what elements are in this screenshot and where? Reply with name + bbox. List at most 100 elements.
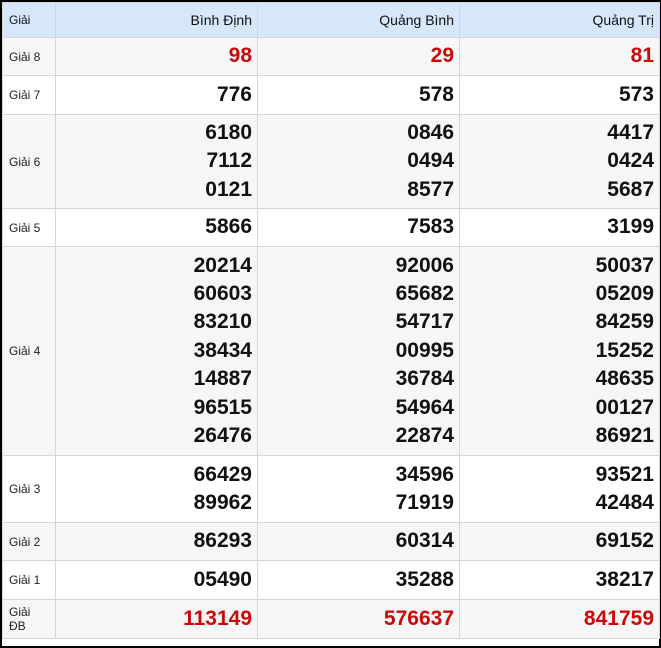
prize-number: 5866 xyxy=(205,215,252,239)
prize-number: 34596 xyxy=(395,462,454,486)
prize-number: 05490 xyxy=(193,567,252,591)
prize-label: Giải 4 xyxy=(2,246,56,456)
prize-number: 15252 xyxy=(595,338,654,362)
prize-number: 573 xyxy=(618,82,654,106)
prize-cell-quang-tri: 3199 xyxy=(459,208,660,247)
prize-cell-quang-tri: 573 xyxy=(459,75,660,115)
prize-row-giai-db: Giải ĐB 113149 576637 841759 xyxy=(2,599,660,639)
prize-label: Giải 7 xyxy=(2,75,56,115)
jackpot-number: 576637 xyxy=(383,606,454,630)
prize-number: 22874 xyxy=(395,424,454,448)
prize-cell-binh-dinh: 05490 xyxy=(55,560,258,600)
prize-row-giai-2: Giải 2 86293 60314 69152 xyxy=(2,522,660,561)
header-prize-label: Giải xyxy=(2,2,56,38)
prize-number: 6180 xyxy=(205,120,252,144)
prize-cell-binh-dinh: 113149 xyxy=(55,599,258,639)
prize-cell-quang-tri: 4417 0424 5687 xyxy=(459,114,660,209)
prize-number: 48635 xyxy=(595,367,654,391)
prize-number: 60314 xyxy=(395,529,454,553)
prize-number: 00127 xyxy=(595,395,654,419)
prize-number: 776 xyxy=(216,82,252,106)
prize-row-giai-6: Giải 6 6180 7112 0121 0846 0494 8577 441… xyxy=(2,114,660,209)
prize-row-giai-3: Giải 3 66429 89962 34596 71919 93521 424… xyxy=(2,455,660,523)
prize-cell-quang-binh: 92006 65682 54717 00995 36784 54964 2287… xyxy=(257,246,460,456)
prize-number: 65682 xyxy=(395,281,454,305)
prize-cell-quang-binh: 34596 71919 xyxy=(257,455,460,523)
prize-number: 20214 xyxy=(193,253,252,277)
prize-number: 96515 xyxy=(193,395,252,419)
prize-number: 0424 xyxy=(607,149,654,173)
prize-cell-quang-tri: 50037 05209 84259 15252 48635 00127 8692… xyxy=(459,246,660,456)
prize-row-giai-8: Giải 8 98 29 81 xyxy=(2,37,660,76)
prize-number: 3199 xyxy=(607,215,654,239)
prize-cell-quang-tri: 841759 xyxy=(459,599,660,639)
prize-number: 54964 xyxy=(395,395,454,419)
header-province-quang-binh: Quảng Bình xyxy=(257,2,460,38)
prize-cell-binh-dinh: 66429 89962 xyxy=(55,455,258,523)
prize-label: Giải 8 xyxy=(2,37,56,76)
prize-cell-binh-dinh: 6180 7112 0121 xyxy=(55,114,258,209)
prize-cell-quang-tri: 93521 42484 xyxy=(459,455,660,523)
prize-number: 83210 xyxy=(193,310,252,334)
lottery-results-table: Giải Bình Định Quảng Bình Quảng Trị Giải… xyxy=(2,2,660,639)
prize-row-giai-5: Giải 5 5866 7583 3199 xyxy=(2,208,660,247)
prize-cell-quang-binh: 576637 xyxy=(257,599,460,639)
prize-cell-binh-dinh: 776 xyxy=(55,75,258,115)
prize-number: 50037 xyxy=(595,253,654,277)
prize-number: 5687 xyxy=(607,177,654,201)
prize-number: 86293 xyxy=(193,529,252,553)
header-province-quang-tri: Quảng Trị xyxy=(459,2,660,38)
prize-number: 38217 xyxy=(595,567,654,591)
header-province-binh-dinh: Bình Định xyxy=(55,2,258,38)
prize-cell-quang-binh: 0846 0494 8577 xyxy=(257,114,460,209)
prize-number: 93521 xyxy=(595,462,654,486)
prize-cell-quang-tri: 38217 xyxy=(459,560,660,600)
prize-label: Giải 2 xyxy=(2,522,56,561)
prize-number: 66429 xyxy=(193,462,252,486)
prize-number: 14887 xyxy=(193,367,252,391)
prize-cell-quang-binh: 29 xyxy=(257,37,460,76)
prize-number: 0121 xyxy=(205,177,252,201)
prize-cell-quang-tri: 81 xyxy=(459,37,660,76)
prize-number: 578 xyxy=(418,82,454,106)
prize-row-giai-7: Giải 7 776 578 573 xyxy=(2,75,660,115)
prize-number: 92006 xyxy=(395,253,454,277)
prize-number: 86921 xyxy=(595,424,654,448)
prize-number: 69152 xyxy=(595,529,654,553)
prize-cell-quang-binh: 35288 xyxy=(257,560,460,600)
prize-number: 05209 xyxy=(595,281,654,305)
prize-row-giai-4: Giải 4 20214 60603 83210 38434 14887 965… xyxy=(2,246,660,456)
prize-number: 38434 xyxy=(193,338,252,362)
prize-number: 42484 xyxy=(595,491,654,514)
prize-cell-quang-binh: 7583 xyxy=(257,208,460,247)
prize-number: 35288 xyxy=(395,567,454,591)
prize-label: Giải 5 xyxy=(2,208,56,247)
jackpot-number: 841759 xyxy=(583,606,654,630)
prize-cell-binh-dinh: 86293 xyxy=(55,522,258,561)
prize-label: Giải ĐB xyxy=(2,599,56,639)
prize-cell-binh-dinh: 5866 xyxy=(55,208,258,247)
prize-number: 54717 xyxy=(395,310,454,334)
prize-number: 7583 xyxy=(407,215,454,239)
prize-cell-binh-dinh: 20214 60603 83210 38434 14887 96515 2647… xyxy=(55,246,258,456)
prize-number: 0846 xyxy=(407,120,454,144)
prize-number: 7112 xyxy=(206,149,252,173)
prize-number: 4417 xyxy=(607,120,654,144)
prize-label: Giải 1 xyxy=(2,560,56,600)
lottery-results-frame: Giải Bình Định Quảng Bình Quảng Trị Giải… xyxy=(0,0,661,648)
table-header-row: Giải Bình Định Quảng Bình Quảng Trị xyxy=(2,2,660,38)
prize-number: 60603 xyxy=(193,281,252,305)
prize-row-giai-1: Giải 1 05490 35288 38217 xyxy=(2,560,660,600)
prize-cell-quang-tri: 69152 xyxy=(459,522,660,561)
prize-number: 81 xyxy=(630,44,654,68)
prize-cell-quang-binh: 578 xyxy=(257,75,460,115)
prize-number: 98 xyxy=(228,44,252,68)
prize-number: 89962 xyxy=(193,491,252,514)
prize-number: 0494 xyxy=(407,149,454,173)
prize-label: Giải 3 xyxy=(2,455,56,523)
prize-number: 71919 xyxy=(395,491,454,514)
prize-number: 8577 xyxy=(407,177,454,201)
prize-number: 29 xyxy=(430,44,454,68)
prize-number: 26476 xyxy=(193,424,252,448)
prize-number: 36784 xyxy=(395,367,454,391)
